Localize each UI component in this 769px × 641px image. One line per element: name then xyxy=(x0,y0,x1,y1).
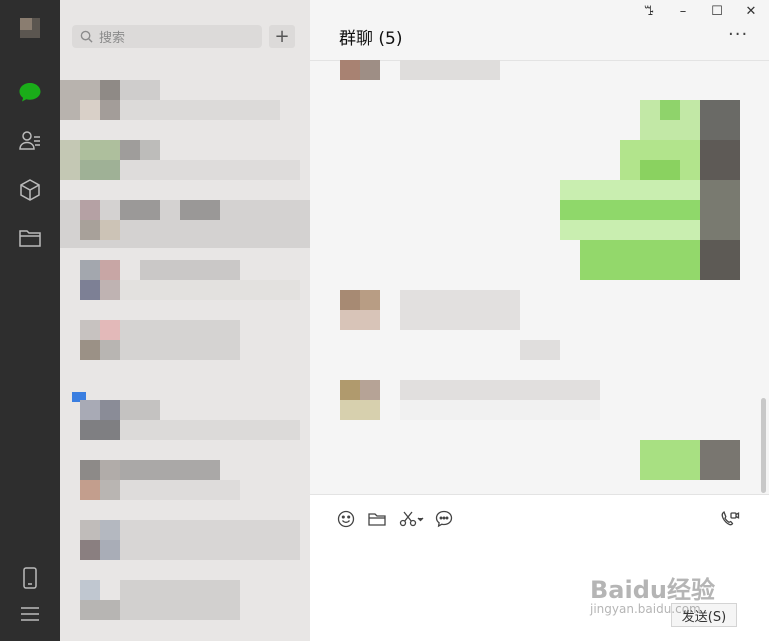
files-icon[interactable] xyxy=(18,226,42,250)
chat-list: 搜索 + xyxy=(60,0,310,641)
favorites-icon[interactable] xyxy=(18,178,42,202)
list-item[interactable] xyxy=(60,320,310,384)
list-item[interactable] xyxy=(60,258,310,322)
list-item[interactable] xyxy=(60,60,310,124)
contacts-icon[interactable] xyxy=(18,128,42,152)
add-chat-button[interactable]: + xyxy=(269,25,295,48)
minimize-button[interactable]: – xyxy=(672,4,694,19)
search-placeholder: 搜索 xyxy=(99,31,126,46)
more-button[interactable]: ··· xyxy=(728,24,748,45)
list-item[interactable] xyxy=(60,520,310,584)
scrollbar[interactable] xyxy=(761,398,766,493)
menu-icon[interactable] xyxy=(18,602,42,626)
chat-panel: ꔤ – ☐ ✕ 群聊 (5) ··· 发送(S) xyxy=(310,0,769,641)
maximize-button[interactable]: ☐ xyxy=(706,4,728,19)
composer: 发送(S) xyxy=(310,494,769,641)
list-item[interactable] xyxy=(60,460,310,524)
phone-icon[interactable] xyxy=(18,566,42,590)
folder-icon[interactable] xyxy=(366,508,388,530)
list-item[interactable] xyxy=(60,196,310,260)
avatar[interactable] xyxy=(20,18,40,38)
chat-history-icon[interactable] xyxy=(433,508,455,530)
list-item[interactable] xyxy=(60,580,310,641)
close-button[interactable]: ✕ xyxy=(740,4,762,19)
list-item[interactable] xyxy=(60,128,310,192)
search-icon xyxy=(80,30,93,43)
emoji-icon[interactable] xyxy=(335,508,357,530)
list-item[interactable] xyxy=(60,380,310,444)
sidebar xyxy=(0,0,60,641)
scissors-icon[interactable] xyxy=(399,508,425,530)
message-area xyxy=(310,60,769,494)
chat-title: 群聊 (5) xyxy=(339,29,403,49)
chat-icon[interactable] xyxy=(18,80,42,104)
watermark-logo: Baidu经验 xyxy=(590,576,715,604)
pin-icon[interactable]: ꔤ xyxy=(638,4,660,19)
composer-divider xyxy=(310,494,769,495)
video-call-icon[interactable] xyxy=(719,508,741,530)
watermark-url: jingyan.baidu.com xyxy=(590,602,701,616)
search-input[interactable]: 搜索 xyxy=(72,25,262,48)
